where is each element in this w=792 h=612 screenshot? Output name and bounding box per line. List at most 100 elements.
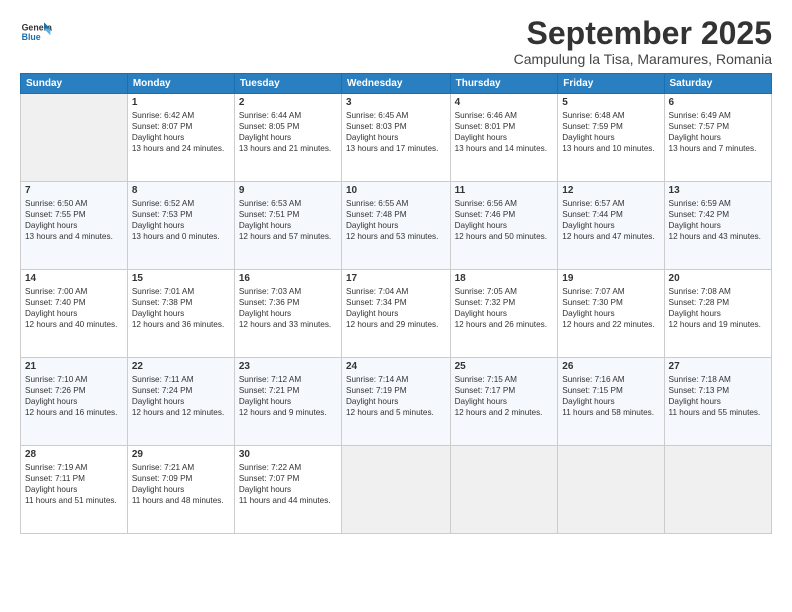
day-number: 26 xyxy=(562,361,659,372)
day-info: Sunrise: 7:15 AMSunset: 7:17 PMDaylight … xyxy=(455,374,554,418)
title-block: September 2025 Campulung la Tisa, Maramu… xyxy=(514,16,772,67)
day-info: Sunrise: 6:44 AMSunset: 8:05 PMDaylight … xyxy=(239,110,337,154)
table-row: 14Sunrise: 7:00 AMSunset: 7:40 PMDayligh… xyxy=(21,270,128,358)
day-info: Sunrise: 6:48 AMSunset: 7:59 PMDaylight … xyxy=(562,110,659,154)
table-row: 27 Sunrise: 7:18 AMSunset: 7:13 PMDayligh… xyxy=(664,358,771,446)
table-row: 11 Sunrise: 6:56 AMSunset: 7:46 PMDayligh… xyxy=(450,182,558,270)
day-number: 17 xyxy=(346,273,446,284)
day-info: Sunrise: 7:19 AMSunset: 7:11 PMDaylight … xyxy=(25,462,123,506)
day-number: 16 xyxy=(239,273,337,284)
day-info: Sunrise: 6:59 AMSunset: 7:42 PMDaylight … xyxy=(669,198,767,242)
table-row: 17 Sunrise: 7:04 AMSunset: 7:34 PMDayligh… xyxy=(341,270,450,358)
day-number: 7 xyxy=(25,185,123,196)
table-row: 12 Sunrise: 6:57 AMSunset: 7:44 PMDayligh… xyxy=(558,182,664,270)
day-info: Sunrise: 7:03 AMSunset: 7:36 PMDaylight … xyxy=(239,286,337,330)
day-number: 3 xyxy=(346,97,446,108)
day-number: 28 xyxy=(25,449,123,460)
table-row: 4 Sunrise: 6:46 AMSunset: 8:01 PMDaylight… xyxy=(450,94,558,182)
col-wednesday: Wednesday xyxy=(341,74,450,94)
table-row: 16 Sunrise: 7:03 AMSunset: 7:36 PMDayligh… xyxy=(234,270,341,358)
day-info: Sunrise: 7:22 AMSunset: 7:07 PMDaylight … xyxy=(239,462,337,506)
day-number: 9 xyxy=(239,185,337,196)
day-info: Sunrise: 6:53 AMSunset: 7:51 PMDaylight … xyxy=(239,198,337,242)
day-number: 13 xyxy=(669,185,767,196)
day-info: Sunrise: 6:45 AMSunset: 8:03 PMDaylight … xyxy=(346,110,446,154)
table-row: 7 Sunrise: 6:50 AMSunset: 7:55 PMDaylight… xyxy=(21,182,128,270)
day-info: Sunrise: 6:50 AMSunset: 7:55 PMDaylight … xyxy=(25,198,123,242)
table-row: 2 Sunrise: 6:44 AMSunset: 8:05 PMDaylight… xyxy=(234,94,341,182)
page: General Blue September 2025 Campulung la… xyxy=(0,0,792,612)
col-thursday: Thursday xyxy=(450,74,558,94)
table-row: 1 Sunrise: 6:42 AMSunset: 8:07 PMDaylight… xyxy=(127,94,234,182)
day-info: Sunrise: 7:10 AMSunset: 7:26 PMDaylight … xyxy=(25,374,123,418)
day-info: Sunrise: 6:55 AMSunset: 7:48 PMDaylight … xyxy=(346,198,446,242)
col-saturday: Saturday xyxy=(664,74,771,94)
table-row: 9 Sunrise: 6:53 AMSunset: 7:51 PMDaylight… xyxy=(234,182,341,270)
table-row: 28 Sunrise: 7:19 AMSunset: 7:11 PMDayligh… xyxy=(21,446,128,534)
table-row: 3 Sunrise: 6:45 AMSunset: 8:03 PMDaylight… xyxy=(341,94,450,182)
table-row: 8 Sunrise: 6:52 AMSunset: 7:53 PMDaylight… xyxy=(127,182,234,270)
day-number: 23 xyxy=(239,361,337,372)
table-row: 18 Sunrise: 7:05 AMSunset: 7:32 PMDayligh… xyxy=(450,270,558,358)
day-info: Sunrise: 7:05 AMSunset: 7:32 PMDaylight … xyxy=(455,286,554,330)
week-row-0: 1 Sunrise: 6:42 AMSunset: 8:07 PMDaylight… xyxy=(21,94,772,182)
table-row: 20Sunrise: 7:08 AMSunset: 7:28 PMDayligh… xyxy=(664,270,771,358)
day-number: 27 xyxy=(669,361,767,372)
day-info: Sunrise: 6:56 AMSunset: 7:46 PMDaylight … xyxy=(455,198,554,242)
day-number: 12 xyxy=(562,185,659,196)
day-number: 5 xyxy=(562,97,659,108)
day-info: Sunrise: 6:49 AMSunset: 7:57 PMDaylight … xyxy=(669,110,767,154)
table-row xyxy=(664,446,771,534)
day-info: Sunrise: 7:18 AMSunset: 7:13 PMDaylight … xyxy=(669,374,767,418)
month-title: September 2025 xyxy=(514,16,772,51)
col-monday: Monday xyxy=(127,74,234,94)
table-row: 30 Sunrise: 7:22 AMSunset: 7:07 PMDayligh… xyxy=(234,446,341,534)
col-tuesday: Tuesday xyxy=(234,74,341,94)
day-info: Sunrise: 7:12 AMSunset: 7:21 PMDaylight … xyxy=(239,374,337,418)
day-number: 1 xyxy=(132,97,230,108)
day-info: Sunrise: 6:52 AMSunset: 7:53 PMDaylight … xyxy=(132,198,230,242)
day-info: Sunrise: 6:42 AMSunset: 8:07 PMDaylight … xyxy=(132,110,230,154)
day-info: Sunrise: 7:01 AMSunset: 7:38 PMDaylight … xyxy=(132,286,230,330)
table-row: 13 Sunrise: 6:59 AMSunset: 7:42 PMDayligh… xyxy=(664,182,771,270)
day-number: 20 xyxy=(669,273,767,284)
table-row: 6Sunrise: 6:49 AMSunset: 7:57 PMDaylight… xyxy=(664,94,771,182)
day-number: 4 xyxy=(455,97,554,108)
table-row: 15Sunrise: 7:01 AMSunset: 7:38 PMDayligh… xyxy=(127,270,234,358)
day-info: Sunrise: 6:57 AMSunset: 7:44 PMDaylight … xyxy=(562,198,659,242)
week-row-2: 14Sunrise: 7:00 AMSunset: 7:40 PMDayligh… xyxy=(21,270,772,358)
table-row: 25 Sunrise: 7:15 AMSunset: 7:17 PMDayligh… xyxy=(450,358,558,446)
day-number: 25 xyxy=(455,361,554,372)
day-info: Sunrise: 7:11 AMSunset: 7:24 PMDaylight … xyxy=(132,374,230,418)
header-row: Sunday Monday Tuesday Wednesday Thursday… xyxy=(21,74,772,94)
week-row-3: 21 Sunrise: 7:10 AMSunset: 7:26 PMDayligh… xyxy=(21,358,772,446)
table-row: 19Sunrise: 7:07 AMSunset: 7:30 PMDayligh… xyxy=(558,270,664,358)
day-number: 14 xyxy=(25,273,123,284)
table-row xyxy=(21,94,128,182)
day-number: 24 xyxy=(346,361,446,372)
table-row xyxy=(341,446,450,534)
svg-text:Blue: Blue xyxy=(22,32,41,42)
day-number: 21 xyxy=(25,361,123,372)
day-info: Sunrise: 7:14 AMSunset: 7:19 PMDaylight … xyxy=(346,374,446,418)
day-info: Sunrise: 6:46 AMSunset: 8:01 PMDaylight … xyxy=(455,110,554,154)
day-number: 2 xyxy=(239,97,337,108)
day-number: 29 xyxy=(132,449,230,460)
table-row: 23 Sunrise: 7:12 AMSunset: 7:21 PMDayligh… xyxy=(234,358,341,446)
day-number: 11 xyxy=(455,185,554,196)
table-row: 24 Sunrise: 7:14 AMSunset: 7:19 PMDayligh… xyxy=(341,358,450,446)
header: General Blue September 2025 Campulung la… xyxy=(20,16,772,67)
day-info: Sunrise: 7:16 AMSunset: 7:15 PMDaylight … xyxy=(562,374,659,418)
table-row: 26 Sunrise: 7:16 AMSunset: 7:15 PMDayligh… xyxy=(558,358,664,446)
day-info: Sunrise: 7:04 AMSunset: 7:34 PMDaylight … xyxy=(346,286,446,330)
day-number: 18 xyxy=(455,273,554,284)
day-number: 8 xyxy=(132,185,230,196)
table-row: 21 Sunrise: 7:10 AMSunset: 7:26 PMDayligh… xyxy=(21,358,128,446)
day-info: Sunrise: 7:07 AMSunset: 7:30 PMDaylight … xyxy=(562,286,659,330)
day-number: 30 xyxy=(239,449,337,460)
week-row-1: 7 Sunrise: 6:50 AMSunset: 7:55 PMDaylight… xyxy=(21,182,772,270)
table-row: 10Sunrise: 6:55 AMSunset: 7:48 PMDayligh… xyxy=(341,182,450,270)
day-number: 22 xyxy=(132,361,230,372)
week-row-4: 28 Sunrise: 7:19 AMSunset: 7:11 PMDayligh… xyxy=(21,446,772,534)
calendar-table: Sunday Monday Tuesday Wednesday Thursday… xyxy=(20,73,772,534)
